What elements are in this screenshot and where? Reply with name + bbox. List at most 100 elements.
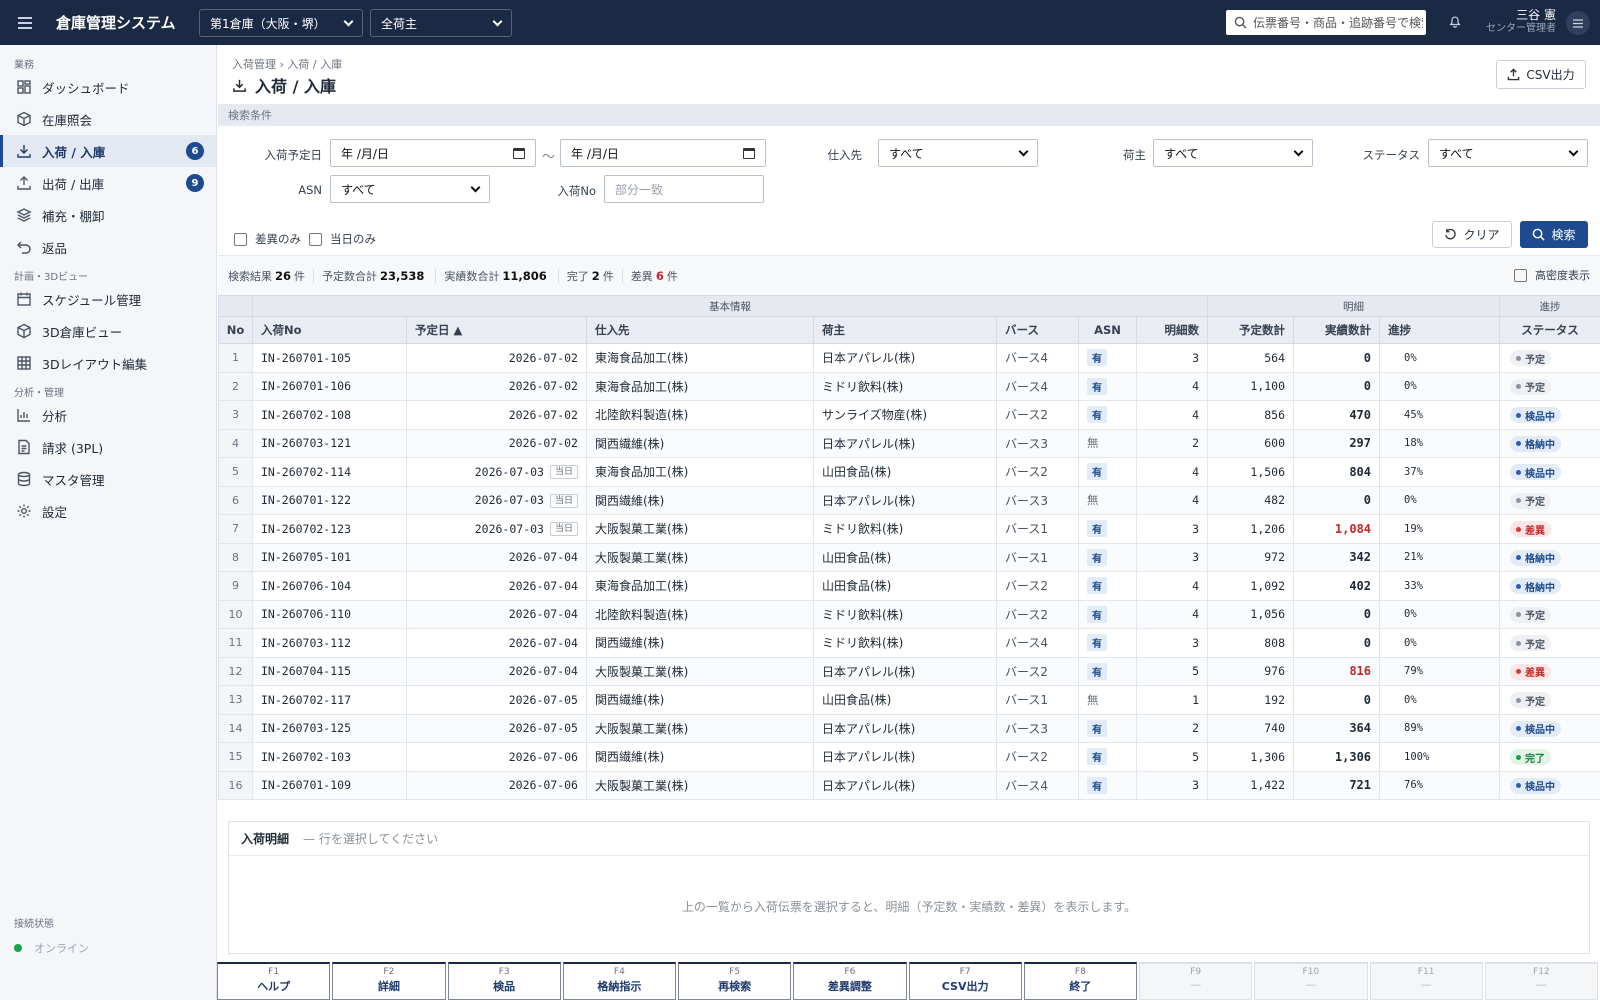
asn-badge: 有: [1087, 577, 1107, 595]
fkey-f4[interactable]: F4 格納指示: [562, 962, 676, 1000]
dense-view-checkbox[interactable]: 高密度表示: [1514, 267, 1590, 283]
col-header-supplier[interactable]: 仕入先: [586, 316, 814, 344]
checkbox-box[interactable]: [234, 232, 247, 246]
clear-button[interactable]: クリア: [1432, 221, 1512, 248]
owner-select[interactable]: 全荷主: [370, 9, 512, 37]
table-row[interactable]: 16 IN-260701-109 2026-07-06 大阪製菓工業(株) 日本アパレル…: [218, 770, 1600, 800]
sidebar-item-master[interactable]: マスタ管理: [0, 463, 216, 495]
table-row[interactable]: 2 IN-260701-106 2026-07-02 東海食品加工(株) ミドリ飲料(株…: [218, 371, 1600, 401]
checkbox-box[interactable]: [1514, 268, 1527, 282]
warehouse-select[interactable]: 第1倉庫（大阪・堺）: [199, 9, 363, 37]
sidebar-item-inbound[interactable]: 入荷 / 入庫 6: [0, 135, 216, 167]
progress-cell: 76%: [1379, 770, 1501, 800]
table-row[interactable]: 10 IN-260706-110 2026-07-04 北陸飲料製造(株) ミドリ飲料(…: [218, 599, 1600, 629]
table-row[interactable]: 13 IN-260702-117 2026-07-05 関西繊維(株) 山田食品(株) バ…: [218, 685, 1600, 715]
status-cell: 検品中: [1499, 713, 1600, 743]
table-row[interactable]: 8 IN-260705-101 2026-07-04 大阪製菓工業(株) 山田食品(株)…: [218, 542, 1600, 572]
col-header-berth[interactable]: バース: [996, 316, 1079, 344]
fkey-f2[interactable]: F2 詳細: [332, 962, 446, 1000]
supplier-cell: 大阪製菓工業(株): [586, 514, 814, 544]
status-select[interactable]: すべて: [1428, 139, 1588, 167]
global-search[interactable]: [1226, 10, 1426, 35]
status-badge: 予定: [1510, 350, 1552, 366]
inbound-no-cell: IN-260701-106: [252, 371, 407, 401]
sidebar-item-inventory[interactable]: 在庫照会: [0, 103, 216, 135]
asn-select[interactable]: すべて: [330, 175, 490, 203]
inbound-no-cell: IN-260702-123: [252, 514, 407, 544]
supplier-select[interactable]: すべて: [878, 139, 1038, 167]
detail-title: 入荷明細: [241, 832, 290, 846]
table-row[interactable]: 7 IN-260702-123 2026-07-03 当日 大阪製菓工業(株) ミドリ飲料…: [218, 514, 1600, 544]
table-row[interactable]: 12 IN-260704-115 2026-07-04 大阪製菓工業(株) 日本アパレル…: [218, 656, 1600, 686]
table-row[interactable]: 4 IN-260703-121 2026-07-02 関西繊維(株) 日本アパレル(株)…: [218, 428, 1600, 458]
owner-filter-select[interactable]: すべて: [1153, 139, 1313, 167]
fkey-f7[interactable]: F7 CSV出力: [908, 962, 1022, 1000]
date-to-input[interactable]: 年 /月/日: [560, 139, 766, 167]
table-row[interactable]: 9 IN-260706-104 2026-07-04 東海食品加工(株) 山田食品(株)…: [218, 571, 1600, 601]
search-button[interactable]: 検索: [1520, 221, 1588, 248]
table-row[interactable]: 5 IN-260702-114 2026-07-03 当日 東海食品加工(株) 山田食品(…: [218, 457, 1600, 487]
date-value: 2026-07-04: [508, 664, 578, 679]
global-search-input[interactable]: [1253, 15, 1423, 30]
table-row[interactable]: 1 IN-260701-105 2026-07-02 東海食品加工(株) 日本アパレル(…: [218, 343, 1600, 373]
inbound-no-input[interactable]: 部分一致: [604, 175, 764, 203]
col-header-owner[interactable]: 荷主: [813, 316, 997, 344]
sidebar-item-3d-view[interactable]: 3D倉庫ビュー: [0, 315, 216, 347]
diff-only-checkbox[interactable]: 差異のみ: [234, 231, 301, 247]
sidebar-item-dashboard[interactable]: ダッシュボード: [0, 71, 216, 103]
today-only-checkbox[interactable]: 当日のみ: [309, 231, 376, 247]
sidebar-item-settings[interactable]: 設定: [0, 495, 216, 527]
date-value: 2026-07-06: [508, 749, 578, 764]
col-header-planned[interactable]: 予定数計: [1207, 316, 1295, 344]
fkey-f6[interactable]: F6 差異調整: [793, 962, 907, 1000]
status-text: 格納中: [1525, 554, 1556, 565]
date-from-input[interactable]: 年 /月/日: [330, 139, 536, 167]
menu-icon[interactable]: [18, 16, 40, 29]
chevron-down-icon: [343, 16, 354, 26]
col-header-inbound-no[interactable]: 入荷No: [252, 316, 407, 344]
sidebar-item-returns[interactable]: 返品: [0, 231, 216, 263]
fkey-f8[interactable]: F8 終了: [1023, 962, 1137, 1000]
table-row[interactable]: 3 IN-260702-108 2026-07-02 北陸飲料製造(株) サンライズ物産…: [218, 400, 1600, 430]
sidebar-item-label: 請求 (3PL): [42, 440, 104, 456]
status-dot-icon: [1516, 640, 1522, 646]
col-header-date[interactable]: 予定日 ▲: [406, 316, 587, 344]
sidebar-item-billing[interactable]: 請求 (3PL): [0, 431, 216, 463]
csv-export-button[interactable]: CSV出力: [1496, 60, 1586, 89]
user-menu-button[interactable]: [1566, 11, 1590, 35]
date-label: 入荷予定日: [264, 148, 323, 162]
sidebar-item-replenish[interactable]: 補充・棚卸: [0, 199, 216, 231]
date-value: 2026-07-02: [508, 407, 578, 422]
asn-badge: 有: [1087, 605, 1107, 623]
summary-unit: 件: [602, 269, 614, 283]
col-header-progress[interactable]: 進捗: [1379, 316, 1501, 344]
detail-empty-message: 上の一覧から入荷伝票を選択すると、明細（予定数・実績数・差異）を表示します。: [681, 900, 1137, 914]
col-header-asn[interactable]: ASN: [1078, 316, 1137, 344]
fkey-f1[interactable]: F1 ヘルプ: [217, 962, 331, 1000]
sidebar-item-outbound[interactable]: 出荷 / 出庫 9: [0, 167, 216, 199]
berth-cell: バース4: [996, 628, 1079, 658]
checkbox-box[interactable]: [309, 232, 322, 246]
sidebar-item-analytics[interactable]: 分析: [0, 399, 216, 431]
status-cell: 差異: [1499, 514, 1600, 544]
fkey-f11: F11—: [1369, 962, 1483, 1000]
row-no: 8: [218, 542, 253, 572]
bell-icon[interactable]: [1448, 14, 1462, 28]
col-header-status[interactable]: ステータス: [1499, 316, 1600, 344]
table-row[interactable]: 15 IN-260702-103 2026-07-06 関西繊維(株) 日本アパレル(株…: [218, 742, 1600, 772]
sidebar-item-3d-layout[interactable]: 3Dレイアウト編集: [0, 347, 216, 379]
sidebar-item-schedule[interactable]: スケジュール管理: [0, 283, 216, 315]
fkey-f5[interactable]: F5 再検索: [678, 962, 792, 1000]
fkey-f3[interactable]: F3 検品: [447, 962, 561, 1000]
asn-cell: 有: [1078, 742, 1137, 772]
upload-icon: [17, 176, 31, 190]
inbound-no-cell: IN-260701-109: [252, 770, 407, 800]
col-header-lines[interactable]: 明細数: [1135, 316, 1209, 344]
status-dot-icon: [1516, 669, 1522, 674]
table-row[interactable]: 6 IN-260701-122 2026-07-03 当日 関西繊維(株) 日本アパレル(…: [218, 485, 1600, 515]
table-row[interactable]: 14 IN-260703-125 2026-07-05 大阪製菓工業(株) 日本アパレル…: [218, 713, 1600, 743]
table-row[interactable]: 11 IN-260703-112 2026-07-04 関西繊維(株) ミドリ飲料(株)…: [218, 628, 1600, 658]
col-header-actual[interactable]: 実績数計: [1293, 316, 1381, 344]
date-cell: 2026-07-04: [406, 656, 587, 686]
diff-only-label: 差異のみ: [255, 232, 301, 246]
